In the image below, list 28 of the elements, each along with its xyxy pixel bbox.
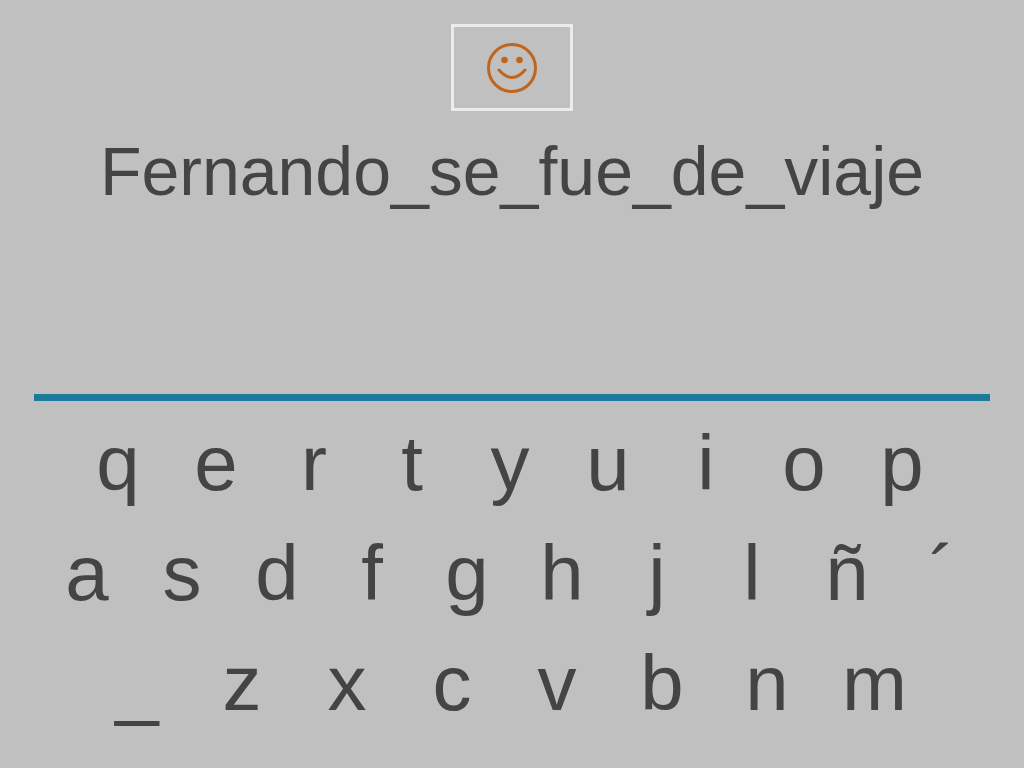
letter-key[interactable]: s <box>152 528 212 618</box>
letter-key[interactable]: v <box>527 638 587 728</box>
letter-key[interactable]: l <box>722 528 782 618</box>
letter-key[interactable]: p <box>872 418 932 508</box>
letter-key[interactable]: x <box>317 638 377 728</box>
letter-key[interactable]: r <box>284 418 344 508</box>
letter-key[interactable]: m <box>842 638 902 728</box>
smiley-icon <box>486 41 538 94</box>
letter-key[interactable]: b <box>632 638 692 728</box>
letter-key[interactable]: n <box>737 638 797 728</box>
letter-key[interactable]: i <box>676 418 736 508</box>
letter-key[interactable]: ñ <box>817 528 877 618</box>
letter-key[interactable]: d <box>247 528 307 618</box>
letter-key[interactable]: ´ <box>912 528 972 618</box>
letter-key[interactable]: e <box>186 418 246 508</box>
letter-key[interactable]: c <box>422 638 482 728</box>
letter-key[interactable]: a <box>57 528 117 618</box>
letter-key[interactable]: q <box>88 418 148 508</box>
letter-key[interactable]: z <box>212 638 272 728</box>
letter-key[interactable]: j <box>627 528 687 618</box>
letter-key[interactable]: y <box>480 418 540 508</box>
letter-key[interactable]: f <box>342 528 402 618</box>
letter-key[interactable]: t <box>382 418 442 508</box>
letter-key[interactable]: g <box>437 528 497 618</box>
letter-key[interactable]: u <box>578 418 638 508</box>
letter-key[interactable]: _ <box>107 638 167 728</box>
letter-key[interactable]: o <box>774 418 834 508</box>
letter-key[interactable]: h <box>532 528 592 618</box>
